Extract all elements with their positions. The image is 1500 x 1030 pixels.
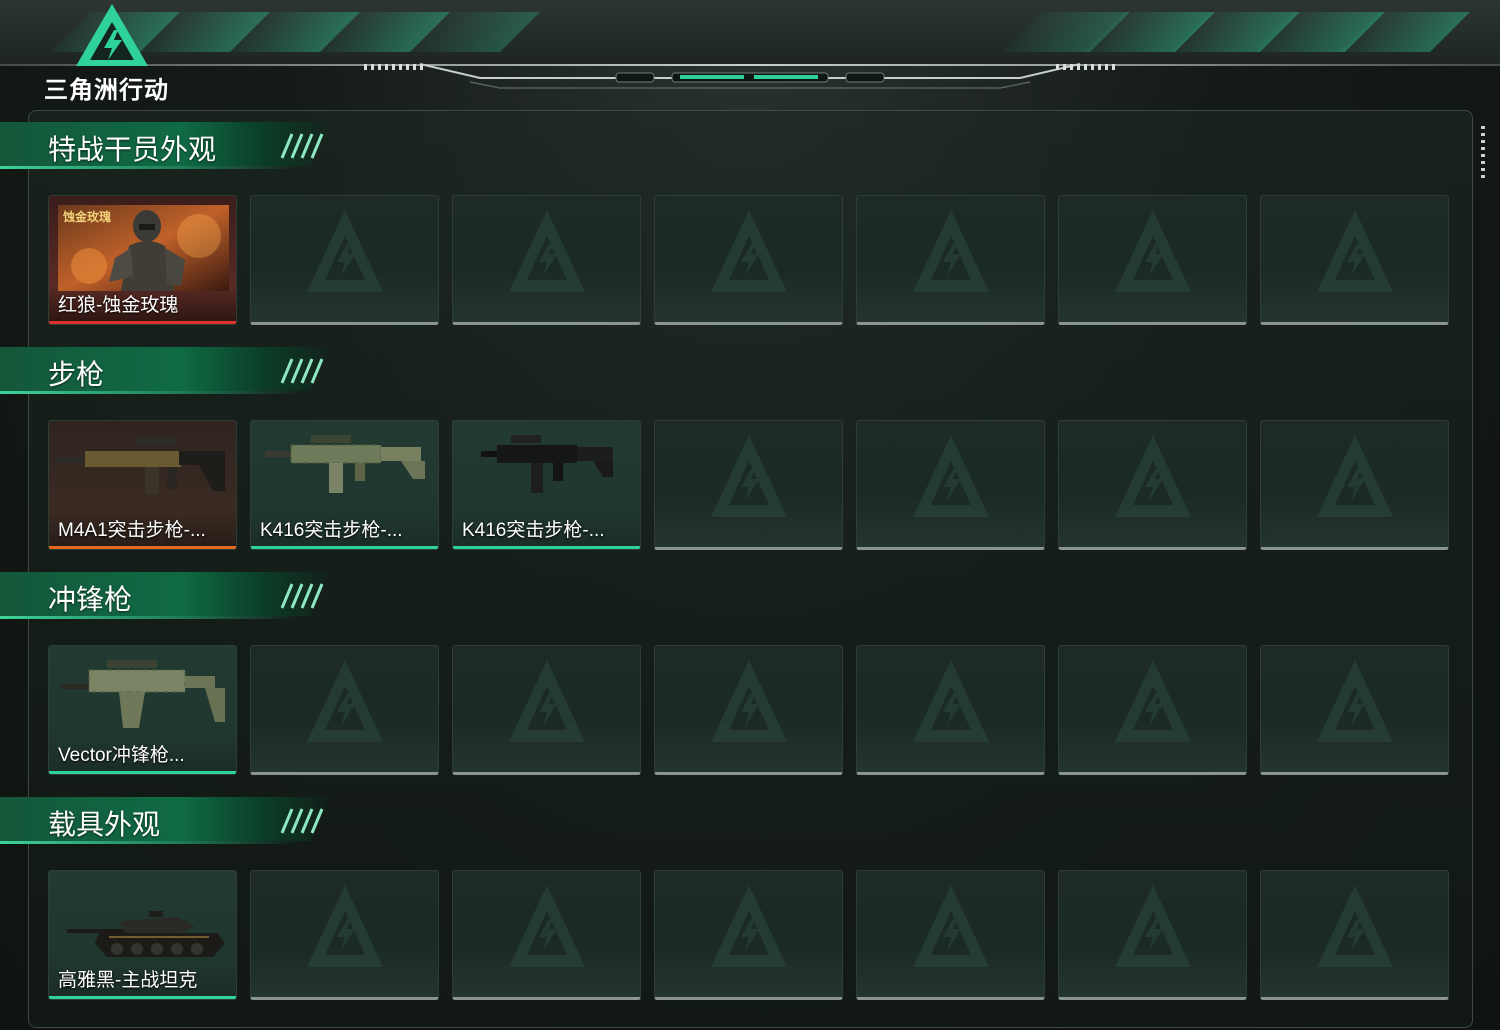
placeholder-logo-icon [711, 885, 787, 967]
placeholder-logo-icon [913, 885, 989, 967]
empty-slot[interactable] [856, 195, 1045, 325]
empty-slot[interactable] [1260, 645, 1449, 775]
placeholder-logo-icon [711, 660, 787, 742]
slash-decoration-icon [280, 133, 324, 159]
empty-slot[interactable] [1260, 195, 1449, 325]
game-title: 三角洲行动 [44, 77, 169, 104]
empty-slot[interactable] [250, 645, 439, 775]
item-name: K416突击步枪-... [462, 520, 605, 541]
rifle-icon [57, 437, 225, 495]
placeholder-logo-icon [307, 885, 383, 967]
section-header-smgs: 冲锋枪 [0, 572, 340, 628]
placeholder-logo-icon [1317, 885, 1393, 967]
placeholder-logo-icon [1115, 210, 1191, 292]
rarity-bar [49, 771, 236, 774]
empty-slot[interactable] [452, 870, 641, 1000]
header-center-ornament [420, 63, 1080, 89]
section-band-edge [0, 391, 300, 394]
placeholder-logo-icon [711, 435, 787, 517]
placeholder-logo-icon [509, 660, 585, 742]
empty-slot[interactable] [654, 420, 843, 550]
placeholder-logo-icon [1317, 210, 1393, 292]
item-row-smgs: Vector冲锋枪... [48, 645, 1450, 775]
empty-slot[interactable] [856, 645, 1045, 775]
section-title: 载具外观 [48, 809, 161, 840]
slash-decoration-icon [280, 583, 324, 609]
header-tick-marks-right [1056, 64, 1115, 70]
rarity-bar [49, 546, 236, 549]
delta-logo-icon [76, 4, 148, 66]
item-card[interactable]: K416突击步枪-... [250, 420, 439, 550]
header-tick-marks-left [364, 64, 423, 70]
placeholder-logo-icon [307, 660, 383, 742]
placeholder-logo-icon [1317, 435, 1393, 517]
item-name: K416突击步枪-... [260, 520, 403, 541]
art-label: 蚀金玫瑰 [63, 210, 112, 224]
item-card[interactable]: 高雅黑-主战坦克 [48, 870, 237, 1000]
empty-slot[interactable] [1058, 420, 1247, 550]
empty-slot[interactable] [654, 645, 843, 775]
placeholder-logo-icon [1317, 660, 1393, 742]
slash-decoration-icon [280, 358, 324, 384]
top-header: 三角洲行动 [0, 0, 1500, 110]
empty-slot[interactable] [452, 645, 641, 775]
section-title: 冲锋枪 [48, 584, 133, 615]
empty-slot[interactable] [1058, 645, 1247, 775]
scrollbar-indicator[interactable] [1481, 126, 1485, 178]
empty-slot[interactable] [452, 195, 641, 325]
empty-slot[interactable] [654, 195, 843, 325]
rarity-bar [49, 996, 236, 999]
slash-decoration-icon [280, 808, 324, 834]
item-name: Vector冲锋枪... [58, 745, 185, 766]
placeholder-logo-icon [913, 435, 989, 517]
empty-slot[interactable] [654, 870, 843, 1000]
item-card[interactable]: M4A1突击步枪-... [48, 420, 237, 550]
item-name: M4A1突击步枪-... [58, 520, 206, 541]
item-row-rifles: M4A1突击步枪-... K416突击步枪-... K416突击步枪-... [48, 420, 1450, 550]
empty-slot[interactable] [1260, 870, 1449, 1000]
placeholder-logo-icon [509, 885, 585, 967]
placeholder-logo-icon [307, 210, 383, 292]
section-header-rifles: 步枪 [0, 347, 340, 403]
placeholder-logo-icon [913, 210, 989, 292]
empty-slot[interactable] [250, 195, 439, 325]
placeholder-logo-icon [711, 210, 787, 292]
placeholder-logo-icon [509, 210, 585, 292]
section-title: 步枪 [48, 359, 105, 390]
item-name: 红狼-蚀金玫瑰 [58, 295, 179, 316]
empty-slot[interactable] [1260, 420, 1449, 550]
placeholder-logo-icon [1115, 435, 1191, 517]
game-logo[interactable]: 三角洲行动 [44, 2, 184, 104]
empty-slot[interactable] [250, 870, 439, 1000]
placeholder-logo-icon [1115, 885, 1191, 967]
empty-slot[interactable] [1058, 870, 1247, 1000]
empty-slot[interactable] [856, 420, 1045, 550]
section-title: 特战干员外观 [48, 134, 217, 165]
item-card[interactable]: 蚀金玫瑰 红狼-蚀金玫瑰 [48, 195, 237, 325]
item-row-vehicle-skins: 高雅黑-主战坦克 [48, 870, 1450, 1000]
item-row-operator-skins: 蚀金玫瑰 红狼-蚀金玫瑰 [48, 195, 1450, 325]
placeholder-logo-icon [913, 660, 989, 742]
section-band-edge [0, 616, 300, 619]
rifle-icon [265, 435, 425, 493]
section-header-vehicle-skins: 载具外观 [0, 797, 340, 853]
empty-slot[interactable] [856, 870, 1045, 1000]
section-header-operator-skins: 特战干员外观 [0, 122, 340, 178]
empty-slot[interactable] [1058, 195, 1247, 325]
placeholder-logo-icon [1115, 660, 1191, 742]
rifle-icon [481, 435, 613, 493]
item-name: 高雅黑-主战坦克 [58, 970, 198, 991]
rarity-bar [453, 546, 640, 549]
rarity-bar [49, 321, 236, 324]
rarity-bar [251, 546, 438, 549]
tank-icon [67, 911, 225, 957]
item-card[interactable]: Vector冲锋枪... [48, 645, 237, 775]
smg-icon [61, 660, 225, 728]
item-card[interactable]: K416突击步枪-... [452, 420, 641, 550]
